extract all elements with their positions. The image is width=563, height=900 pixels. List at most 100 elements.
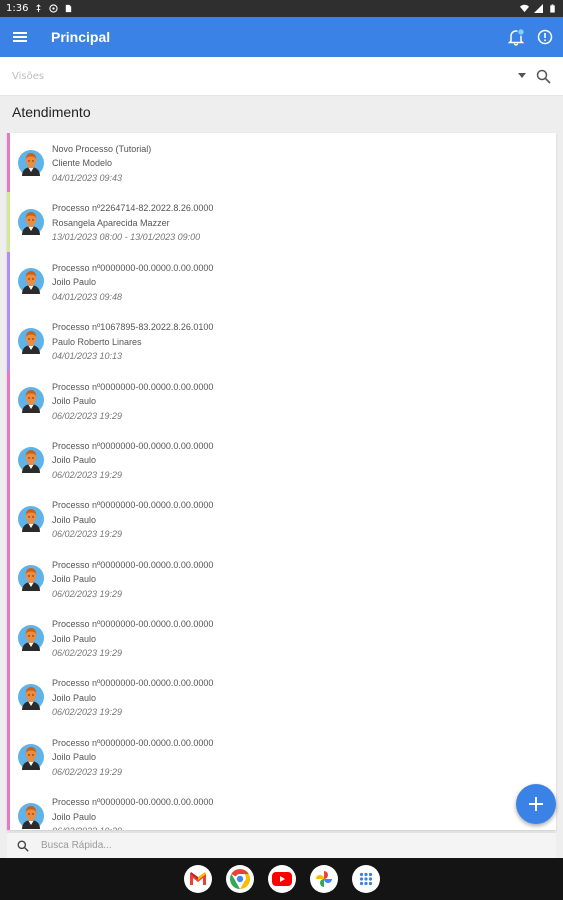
- item-text: Processo nº1067895-83.2022.8.26.0100 Paul…: [52, 318, 213, 364]
- item-text: Processo nº0000000-00.0000.0.00.0000 Joil…: [52, 556, 213, 602]
- menu-button[interactable]: [0, 17, 40, 57]
- item-date: 06/02/2023 19:29: [52, 824, 213, 830]
- item-date: 06/02/2023 19:29: [52, 529, 123, 540]
- item-title: Processo nº0000000-00.0000.0.00.0000: [52, 619, 214, 630]
- list-item[interactable]: Processo nº0000000-00.0000.0.00.0000 Joil…: [7, 489, 556, 549]
- item-date: 06/02/2023 19:29: [52, 588, 123, 599]
- item-title: Processo nº0000000-00.0000.0.00.0000: [52, 500, 214, 511]
- page-title: Principal: [51, 29, 111, 45]
- item-date: 06/02/2023 19:29: [52, 766, 123, 777]
- item-title: Processo nº0000000-00.0000.0.00.0000: [52, 262, 214, 273]
- item-date: 13/01/2023 08:00 - 13/01/2023 09:00: [52, 232, 201, 243]
- avatar: [18, 209, 44, 236]
- status-color-bar: [7, 667, 10, 727]
- item-date: 04/01/2023 09:43: [52, 172, 123, 183]
- list-item[interactable]: Processo nº0000000-00.0000.0.00.0000 Joil…: [7, 251, 556, 312]
- status-color-bar: [7, 608, 10, 668]
- search-icon: [17, 840, 29, 852]
- status-color-bar: [7, 429, 10, 490]
- avatar: [18, 743, 44, 770]
- item-text: Processo nº0000000-00.0000.0.00.0000 Joil…: [52, 674, 213, 720]
- item-client: Joilo Paulo: [52, 574, 97, 585]
- item-date: 06/02/2023 19:29: [52, 469, 123, 480]
- android-taskbar: [0, 858, 563, 900]
- info-icon[interactable]: [537, 29, 553, 45]
- status-color-bar: [7, 786, 10, 830]
- list-item[interactable]: Processo nº0000000-00.0000.0.00.0000 Joil…: [7, 726, 556, 787]
- item-title: Processo nº1067895-83.2022.8.26.0100: [52, 322, 214, 333]
- item-text: Processo nº0000000-00.0000.0.00.0000 Joil…: [52, 793, 213, 830]
- avatar: [18, 149, 44, 176]
- battery-icon: [550, 4, 555, 13]
- quick-search-bar: [7, 832, 556, 858]
- status-color-bar: [7, 192, 10, 252]
- item-text: Processo nº0000000-00.0000.0.00.0000 Joil…: [52, 734, 213, 780]
- item-date: 04/01/2023 10:13: [52, 351, 123, 362]
- avatar: [18, 268, 44, 295]
- item-client: Joilo Paulo: [52, 752, 97, 763]
- item-date: 06/02/2023 19:29: [52, 648, 123, 659]
- item-client: Joilo Paulo: [52, 514, 97, 525]
- youtube-icon[interactable]: [267, 865, 296, 893]
- views-filter[interactable]: Visões: [0, 57, 563, 96]
- item-client: Joilo Paulo: [52, 692, 97, 703]
- status-time: 1:36: [6, 3, 29, 14]
- hamburger-icon: [13, 32, 27, 42]
- wifi-icon: [520, 4, 529, 13]
- item-date: 04/01/2023 09:48: [52, 291, 123, 302]
- item-title: Processo nº0000000-00.0000.0.00.0000: [52, 797, 214, 808]
- list-item[interactable]: Novo Processo (Tutorial) Cliente Modelo 04…: [7, 133, 556, 193]
- item-client: Joilo Paulo: [52, 633, 97, 644]
- status-color-bar: [7, 311, 10, 371]
- usb-icon: [36, 4, 42, 13]
- avatar: [18, 565, 44, 592]
- avatar: [18, 387, 44, 414]
- item-title: Processo nº0000000-00.0000.0.00.0000: [52, 559, 214, 570]
- chrome-icon[interactable]: [225, 865, 254, 893]
- list-item[interactable]: Processo nº0000000-00.0000.0.00.0000 Joil…: [7, 667, 556, 727]
- avatar: [18, 684, 44, 711]
- list-item[interactable]: Processo nº0000000-00.0000.0.00.0000 Joil…: [7, 786, 556, 830]
- avatar: [18, 506, 44, 533]
- app-bar: Principal: [0, 17, 563, 57]
- status-bar: 1:36: [0, 0, 563, 17]
- item-date: 06/02/2023 19:29: [52, 707, 123, 718]
- list-item[interactable]: Processo nº0000000-00.0000.0.00.0000 Joil…: [7, 429, 556, 490]
- gmail-icon[interactable]: [183, 865, 212, 893]
- item-text: Novo Processo (Tutorial) Cliente Modelo 04…: [52, 140, 151, 186]
- avatar: [18, 802, 44, 829]
- item-date: 06/02/2023 19:29: [52, 410, 123, 421]
- list-item[interactable]: Processo nº2264714-82.2022.8.26.0000 Rosa…: [7, 192, 556, 252]
- dropdown-arrow-icon[interactable]: [518, 73, 526, 79]
- item-text: Processo nº0000000-00.0000.0.00.0000 Joil…: [52, 496, 213, 542]
- item-title: Processo nº2264714-82.2022.8.26.0000: [52, 203, 214, 214]
- views-placeholder: Visões: [12, 70, 45, 82]
- plus-icon: [529, 797, 543, 811]
- item-title: Processo nº0000000-00.0000.0.00.0000: [52, 678, 214, 689]
- item-text: Processo nº0000000-00.0000.0.00.0000 Joil…: [52, 437, 213, 483]
- list-item[interactable]: Processo nº0000000-00.0000.0.00.0000 Joil…: [7, 548, 556, 609]
- status-color-bar: [7, 370, 10, 430]
- quick-search-input[interactable]: [41, 840, 441, 851]
- avatar: [18, 624, 44, 651]
- list-item[interactable]: Processo nº0000000-00.0000.0.00.0000 Joil…: [7, 370, 556, 430]
- search-icon[interactable]: [536, 69, 551, 84]
- add-button[interactable]: [516, 784, 556, 824]
- status-color-bar: [7, 489, 10, 549]
- item-client: Joilo Paulo: [52, 811, 97, 822]
- item-client: Joilo Paulo: [52, 396, 97, 406]
- item-client: Paulo Roberto Linares: [52, 336, 142, 347]
- item-title: Processo nº0000000-00.0000.0.00.0000: [52, 737, 214, 748]
- item-title: Novo Processo (Tutorial): [52, 143, 152, 154]
- photos-icon[interactable]: [309, 865, 338, 893]
- item-title: Processo nº0000000-00.0000.0.00.0000: [52, 440, 214, 451]
- process-list: Novo Processo (Tutorial) Cliente Modelo 04…: [7, 133, 556, 830]
- list-item[interactable]: Processo nº0000000-00.0000.0.00.0000 Joil…: [7, 608, 556, 668]
- item-text: Processo nº0000000-00.0000.0.00.0000 Joil…: [52, 259, 213, 305]
- notification-bell-icon[interactable]: [507, 28, 525, 46]
- status-color-bar: [7, 548, 10, 609]
- vpn-icon: [49, 4, 59, 13]
- item-text: Processo nº0000000-00.0000.0.00.0000 Joil…: [52, 378, 213, 424]
- app-drawer-icon[interactable]: [351, 865, 380, 893]
- list-item[interactable]: Processo nº1067895-83.2022.8.26.0100 Paul…: [7, 311, 556, 371]
